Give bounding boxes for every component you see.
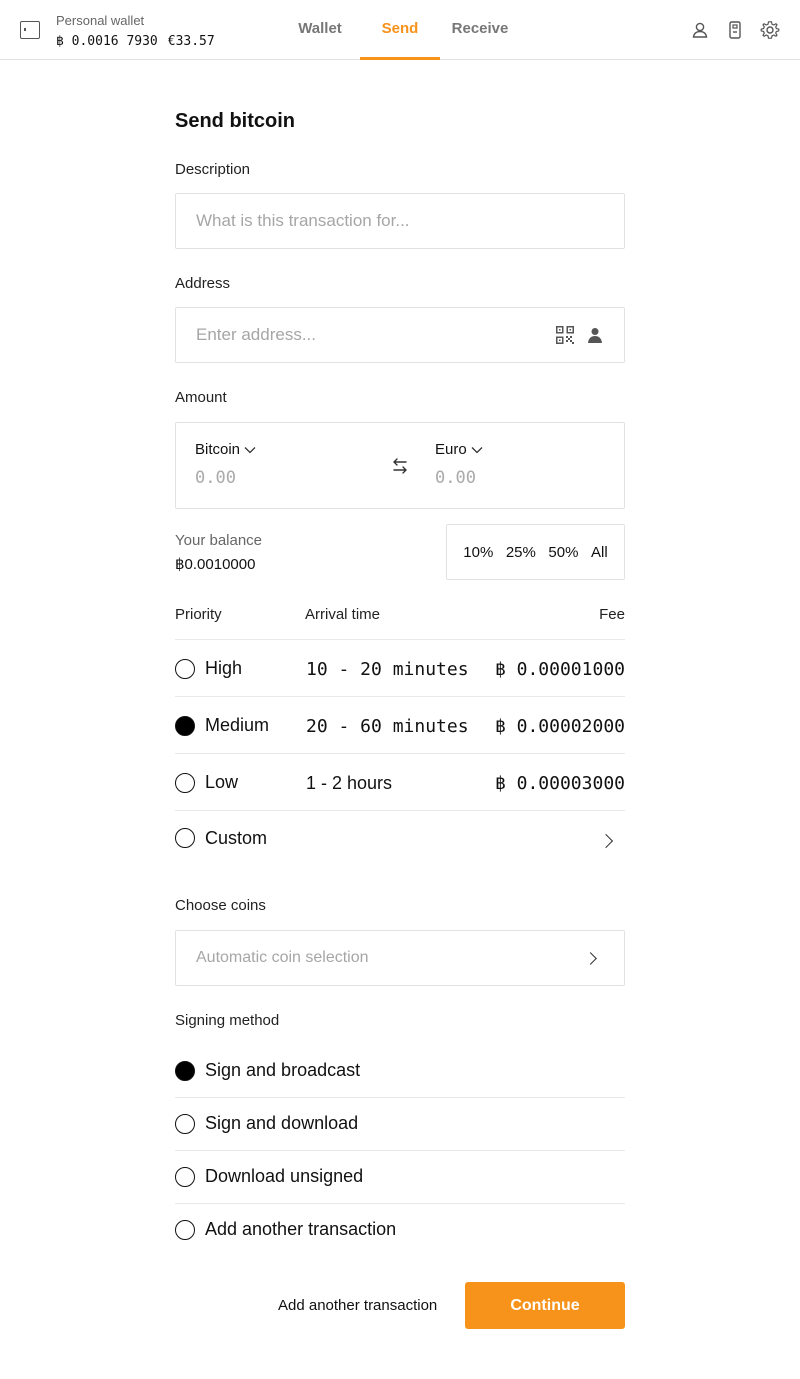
fee-value: ฿ 0.00001000 bbox=[494, 659, 625, 680]
percent-25-button[interactable]: 25% bbox=[506, 544, 536, 561]
address-label: Address bbox=[175, 275, 231, 292]
priority-row-medium[interactable]: Medium 20 - 60 minutes ฿ 0.00002000 bbox=[175, 696, 625, 753]
signing-option-label: Sign and broadcast bbox=[205, 1060, 361, 1080]
coin-selection-placeholder: Automatic coin selection bbox=[196, 949, 369, 966]
wallet-icon[interactable] bbox=[20, 21, 40, 39]
percent-all-button[interactable]: All bbox=[591, 544, 608, 561]
tab-wallet[interactable]: Wallet bbox=[280, 0, 360, 60]
chevron-down-icon bbox=[471, 446, 483, 453]
description-field bbox=[175, 193, 625, 249]
arrival-header: Arrival time bbox=[305, 606, 381, 623]
euro-amount-input[interactable]: 0.00 bbox=[435, 468, 483, 488]
euro-currency-select[interactable]: Euro bbox=[435, 441, 483, 458]
priority-label: Medium bbox=[205, 715, 270, 735]
signing-option-sign-broadcast[interactable]: Sign and broadcast bbox=[175, 1045, 625, 1098]
radio-button[interactable] bbox=[175, 1220, 195, 1240]
address-field bbox=[175, 307, 625, 363]
priority-label: Low bbox=[205, 772, 239, 792]
bitcoin-amount-column: Bitcoin 0.00 bbox=[195, 441, 256, 488]
arrival-time: 10 - 20 minutes bbox=[306, 659, 469, 680]
add-another-transaction-link[interactable]: Add another transaction bbox=[278, 1297, 437, 1314]
top-bar: Personal wallet ฿ 0.0016 7930 €33.57 Wall… bbox=[0, 0, 800, 60]
priority-label: High bbox=[205, 658, 243, 678]
chevron-right-icon bbox=[584, 952, 597, 965]
gear-icon[interactable] bbox=[760, 20, 780, 40]
page-title: Send bitcoin bbox=[175, 110, 295, 132]
radio-button[interactable] bbox=[175, 1114, 195, 1134]
bitcoin-currency-select[interactable]: Bitcoin bbox=[195, 441, 256, 458]
signing-option-label: Sign and download bbox=[205, 1113, 359, 1133]
qr-code-icon[interactable] bbox=[556, 326, 574, 344]
signing-option-add-transaction[interactable]: Add another transaction bbox=[175, 1203, 625, 1256]
wallet-balance: ฿ 0.0016 7930 €33.57 bbox=[56, 33, 215, 49]
percent-10-button[interactable]: 10% bbox=[463, 544, 493, 561]
amount-label: Amount bbox=[175, 389, 227, 406]
wallet-balance-eur: €33.57 bbox=[167, 34, 215, 49]
fee-value: ฿ 0.00002000 bbox=[494, 716, 625, 737]
wallet-balance-btc: ฿ 0.0016 7930 bbox=[56, 34, 158, 49]
priority-header: Priority bbox=[175, 606, 222, 623]
tab-send[interactable]: Send bbox=[360, 0, 440, 60]
chevron-right-icon bbox=[598, 833, 614, 849]
signing-option-download-unsigned[interactable]: Download unsigned bbox=[175, 1150, 625, 1203]
priority-row-low[interactable]: Low 1 - 2 hours ฿ 0.00003000 bbox=[175, 753, 625, 810]
radio-button-selected[interactable] bbox=[175, 716, 195, 736]
bitcoin-currency-label: Bitcoin bbox=[195, 441, 241, 458]
amount-field: Bitcoin 0.00 Euro 0.00 bbox=[175, 422, 625, 509]
radio-button-selected[interactable] bbox=[175, 1061, 195, 1081]
priority-row-high[interactable]: High 10 - 20 minutes ฿ 0.00001000 bbox=[175, 639, 625, 696]
arrival-time: 20 - 60 minutes bbox=[306, 716, 469, 737]
wallet-name: Personal wallet bbox=[56, 13, 145, 28]
continue-button[interactable]: Continue bbox=[465, 1282, 625, 1329]
chevron-down-icon bbox=[244, 446, 256, 453]
radio-button[interactable] bbox=[175, 659, 195, 679]
device-icon[interactable] bbox=[725, 20, 745, 40]
description-label: Description bbox=[175, 161, 251, 178]
percent-selector: 10% 25% 50% All bbox=[446, 524, 625, 580]
contact-icon[interactable] bbox=[586, 326, 604, 344]
radio-button[interactable] bbox=[175, 828, 195, 848]
radio-button[interactable] bbox=[175, 1167, 195, 1187]
balance-value: ฿0.0010000 bbox=[175, 556, 256, 573]
coin-selection-field[interactable]: Automatic coin selection bbox=[175, 930, 625, 986]
choose-coins-label: Choose coins bbox=[175, 897, 266, 914]
radio-button[interactable] bbox=[175, 773, 195, 793]
signing-option-label: Download unsigned bbox=[205, 1166, 364, 1186]
description-input[interactable] bbox=[176, 194, 624, 248]
euro-currency-label: Euro bbox=[435, 441, 467, 458]
signing-option-sign-download[interactable]: Sign and download bbox=[175, 1097, 625, 1150]
priority-row-custom[interactable]: Custom bbox=[175, 810, 625, 868]
balance-label: Your balance bbox=[175, 532, 263, 549]
percent-50-button[interactable]: 50% bbox=[548, 544, 578, 561]
signing-option-label: Add another transaction bbox=[205, 1219, 397, 1239]
user-icon[interactable] bbox=[690, 20, 710, 40]
arrival-time: 1 - 2 hours bbox=[306, 773, 393, 793]
bitcoin-amount-input[interactable]: 0.00 bbox=[195, 468, 256, 488]
priority-label: Custom bbox=[205, 828, 268, 848]
swap-icon[interactable] bbox=[390, 456, 410, 476]
fee-header: Fee bbox=[599, 606, 625, 623]
fee-value: ฿ 0.00003000 bbox=[494, 773, 625, 794]
euro-amount-column: Euro 0.00 bbox=[435, 441, 483, 488]
signing-method-label: Signing method bbox=[175, 1012, 280, 1029]
tab-receive[interactable]: Receive bbox=[440, 0, 520, 60]
